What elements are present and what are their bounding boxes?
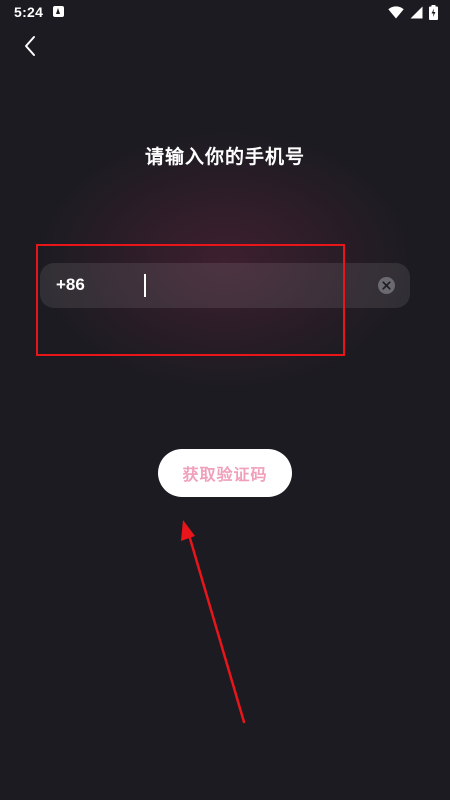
status-icons <box>388 3 438 21</box>
battery-charging-icon <box>429 4 438 20</box>
get-verification-code-button[interactable]: 获取验证码 <box>158 449 292 497</box>
status-bar: 5:24 <box>0 0 450 26</box>
clear-circle-icon <box>382 281 391 290</box>
phone-number-input[interactable] <box>102 271 352 300</box>
annotation-arrow <box>181 520 246 724</box>
back-button[interactable] <box>14 30 46 62</box>
text-cursor <box>144 274 146 297</box>
cell-signal-icon <box>410 6 423 18</box>
annotation-arrow-head <box>181 520 195 541</box>
phone-login-screen: 5:24 请输入你的手机号 +86 获取验证码 <box>0 0 450 800</box>
phone-number-field[interactable]: +86 <box>40 263 410 308</box>
annotation-arrow-shaft <box>187 533 246 724</box>
clear-input-button[interactable] <box>378 277 395 294</box>
wifi-icon <box>388 5 404 18</box>
notification-app-icon <box>53 6 64 17</box>
status-time: 5:24 <box>14 4 44 20</box>
country-code[interactable]: +86 <box>56 275 85 295</box>
chevron-left-icon <box>25 36 35 56</box>
page-title: 请输入你的手机号 <box>144 146 305 168</box>
